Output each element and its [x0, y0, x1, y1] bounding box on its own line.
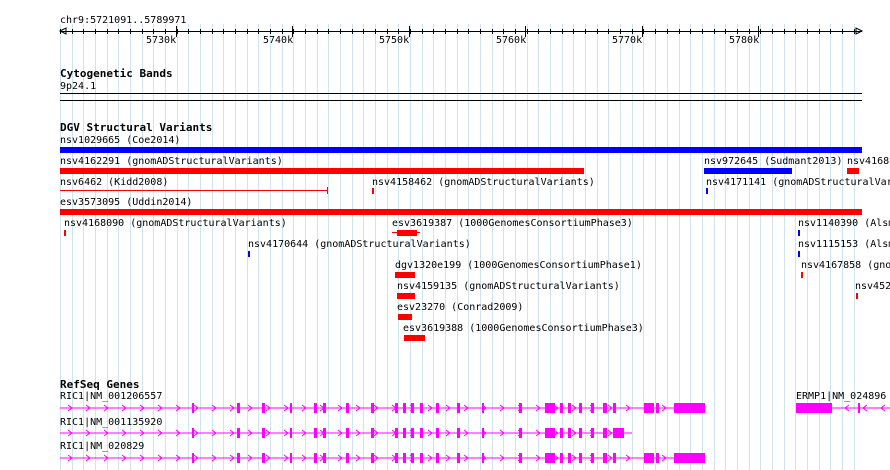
exon — [290, 428, 292, 438]
exon — [346, 453, 349, 463]
exon — [262, 403, 265, 413]
exon — [603, 403, 607, 413]
exon — [656, 403, 659, 413]
gene-ermp1-nm-024896 — [796, 403, 890, 413]
exon-utr — [674, 453, 705, 463]
exon — [560, 453, 563, 463]
exon — [323, 428, 326, 438]
exon — [237, 403, 240, 413]
exon — [613, 428, 616, 438]
exon — [323, 453, 326, 463]
exon — [290, 453, 292, 463]
exon-utr — [796, 403, 832, 413]
exon — [290, 403, 292, 413]
exon — [395, 403, 398, 413]
exon — [560, 403, 563, 413]
exon — [644, 453, 654, 463]
exon — [314, 453, 317, 463]
exon — [346, 428, 349, 438]
exon — [262, 428, 265, 438]
exon — [545, 403, 555, 413]
exon — [644, 403, 654, 413]
exon — [323, 403, 326, 413]
exon — [603, 428, 607, 438]
gene-ric1-nm-001206557 — [60, 403, 705, 413]
gene-ric1-nm-001135920 — [60, 428, 632, 438]
exon — [545, 453, 555, 463]
exon — [314, 403, 317, 413]
exon — [613, 403, 616, 413]
exon — [420, 403, 423, 413]
exon — [192, 453, 194, 463]
exon — [603, 453, 607, 463]
exon-utr — [674, 403, 705, 413]
exon — [411, 428, 414, 438]
exon — [591, 453, 594, 463]
exon — [420, 453, 423, 463]
exon — [436, 403, 439, 413]
exon — [457, 403, 460, 413]
exon — [371, 403, 374, 413]
exon — [403, 428, 406, 438]
exon — [346, 403, 349, 413]
exon — [568, 403, 571, 413]
exon — [411, 403, 414, 413]
exon — [560, 428, 563, 438]
exon — [591, 428, 594, 438]
exon — [192, 403, 194, 413]
exon — [403, 453, 406, 463]
exon — [568, 453, 571, 463]
exon — [591, 403, 594, 413]
exon — [519, 428, 522, 438]
exon — [613, 453, 616, 463]
exon — [616, 428, 624, 438]
refseq-gene-models[interactable] — [0, 0, 890, 470]
exon — [545, 428, 555, 438]
exon — [579, 453, 582, 463]
exon — [482, 428, 484, 438]
exon — [314, 428, 317, 438]
exon — [436, 453, 439, 463]
exon — [420, 428, 423, 438]
exon — [656, 453, 659, 463]
exon — [395, 453, 398, 463]
exon — [858, 403, 860, 413]
exon — [457, 428, 460, 438]
exon — [579, 403, 582, 413]
genome-browser-panel[interactable]: chr9:5721091..5789971 5730k 5740k 5750k … — [0, 0, 890, 470]
exon — [482, 403, 484, 413]
exon — [237, 453, 240, 463]
exon — [371, 428, 374, 438]
exon — [262, 453, 265, 463]
exon — [395, 428, 398, 438]
exon — [519, 403, 522, 413]
exon — [192, 428, 194, 438]
exon — [371, 453, 374, 463]
exon — [482, 453, 484, 463]
exon — [411, 453, 414, 463]
gene-ric1-nm-020829 — [60, 453, 705, 463]
exon — [237, 428, 240, 438]
exon — [579, 428, 582, 438]
exon — [568, 428, 571, 438]
exon — [403, 403, 406, 413]
exon — [519, 453, 522, 463]
exon — [436, 428, 439, 438]
exon — [457, 453, 460, 463]
